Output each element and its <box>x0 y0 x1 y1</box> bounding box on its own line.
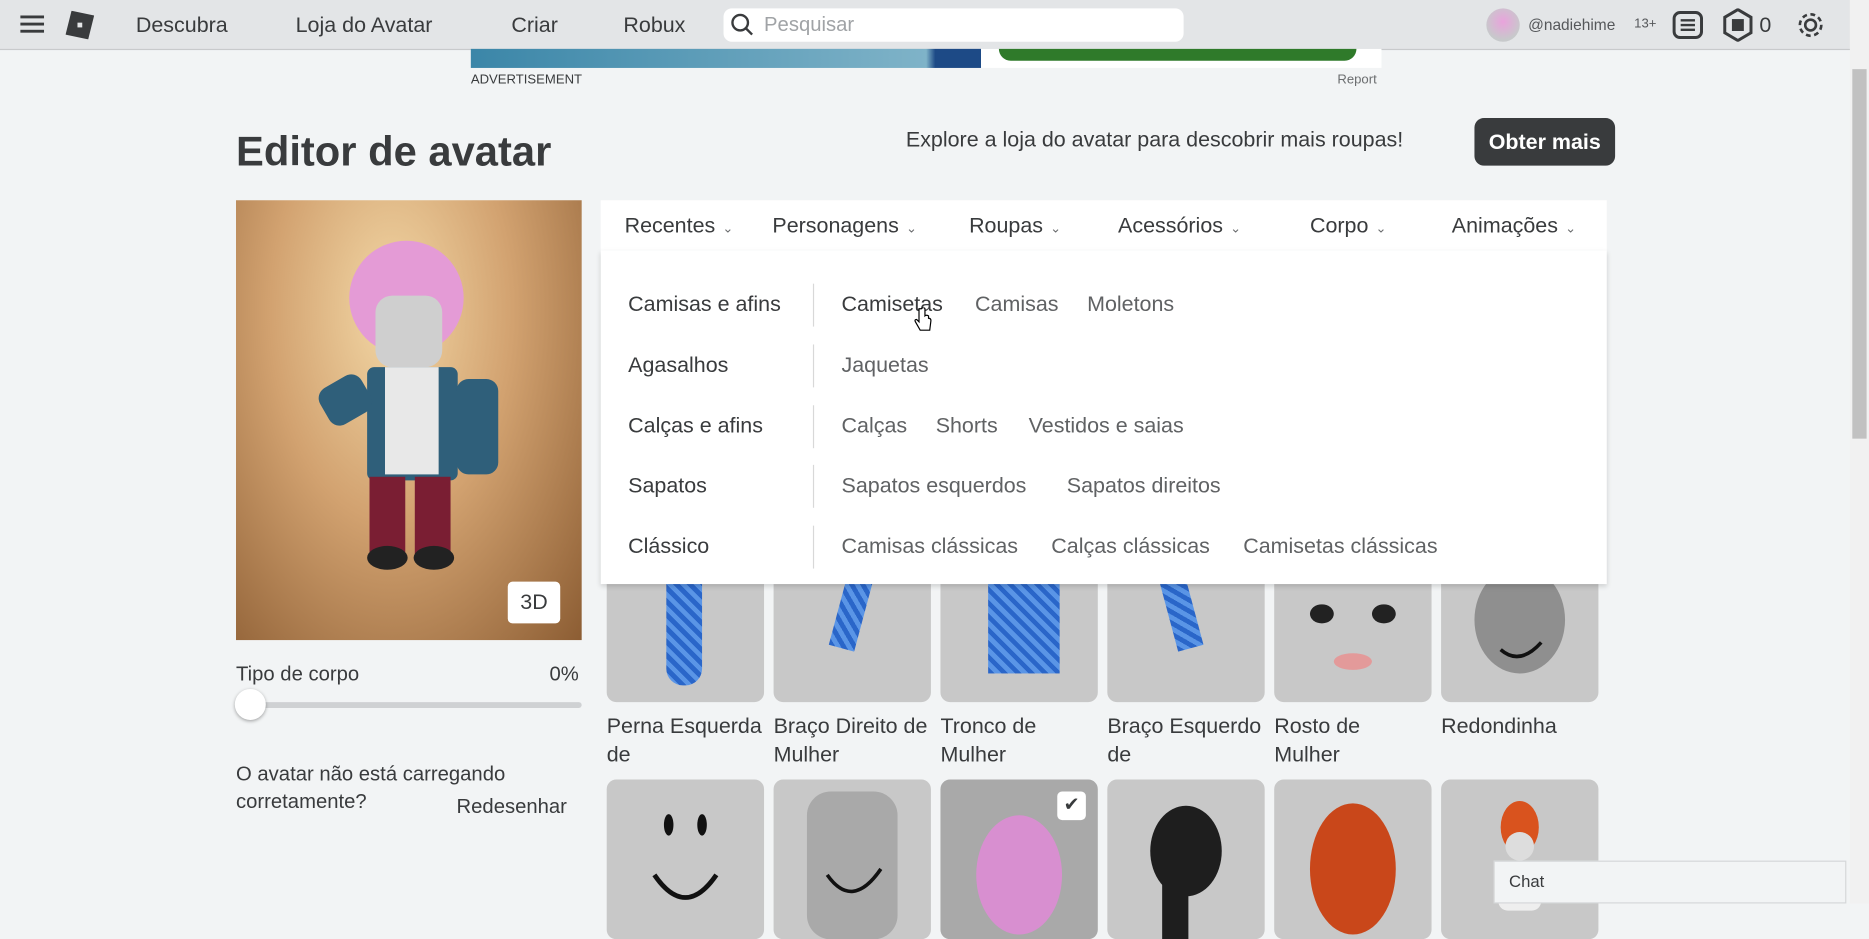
item-tile[interactable] <box>1274 779 1432 939</box>
advertisement-graphic <box>998 48 1357 61</box>
tab-recentes[interactable]: Recentes ⌄ <box>625 213 734 238</box>
messages-icon[interactable] <box>1672 11 1704 40</box>
clothing-dropdown-menu: Camisas e afins Camisetas Camisas Moleto… <box>600 250 1607 585</box>
tab-corpo[interactable]: Corpo ⌄ <box>1310 213 1387 238</box>
chevron-down-icon: ⌄ <box>1230 221 1242 237</box>
item-tile[interactable]: ✔ <box>940 779 1098 939</box>
toggle-3d-button[interactable]: 3D <box>507 581 561 624</box>
subcategory-pants[interactable]: Calças <box>842 414 908 439</box>
item-name[interactable]: Rosto de Mulher <box>1274 712 1431 769</box>
menu-icon[interactable] <box>20 14 45 33</box>
avatar-preview[interactable] <box>236 200 582 641</box>
body-type-label: Tipo de corpo <box>236 662 360 686</box>
chevron-down-icon: ⌄ <box>1565 221 1577 237</box>
subcategory-shirts[interactable]: Camisas <box>975 292 1058 317</box>
item-name[interactable]: Braço Esquerdo de <box>1107 712 1264 769</box>
hand-cursor-icon <box>914 307 932 331</box>
report-ad-link[interactable]: Report <box>1337 73 1376 87</box>
divider <box>812 464 815 508</box>
item-name[interactable]: Tronco de Mulher <box>940 712 1097 769</box>
divider <box>812 283 815 327</box>
username[interactable]: @nadiehime <box>1528 15 1615 33</box>
chevron-down-icon: ⌄ <box>1375 221 1387 237</box>
chevron-down-icon: ⌄ <box>722 221 734 237</box>
subcategory-right-shoes[interactable]: Sapatos direitos <box>1067 473 1221 498</box>
avatar[interactable] <box>1486 8 1520 42</box>
page-title: Editor de avatar <box>236 128 552 176</box>
item-name[interactable]: Redondinha <box>1441 712 1598 741</box>
category-shoes[interactable]: Sapatos <box>628 473 707 498</box>
get-more-button[interactable]: Obter mais <box>1474 118 1616 166</box>
divider <box>812 405 815 449</box>
item-tile[interactable] <box>773 779 931 939</box>
category-shirts[interactable]: Camisas e afins <box>628 292 781 317</box>
tab-label: Animações <box>1451 213 1558 238</box>
robux-icon[interactable] <box>1722 8 1753 42</box>
divider <box>812 525 815 569</box>
equipped-check-icon: ✔ <box>1057 791 1086 821</box>
search-input[interactable]: Pesquisar <box>723 8 1184 42</box>
nav-robux[interactable]: Robux <box>623 13 685 38</box>
divider <box>812 344 815 388</box>
tab-label: Personagens <box>772 213 899 238</box>
chevron-down-icon: ⌄ <box>1050 221 1062 237</box>
item-name[interactable]: Perna Esquerda de <box>607 712 764 769</box>
settings-gear-icon[interactable] <box>1795 10 1826 41</box>
body-type-value: 0% <box>549 662 579 686</box>
nav-avatar-shop[interactable]: Loja do Avatar <box>296 13 433 38</box>
roblox-logo-icon[interactable] <box>65 10 95 40</box>
nav-create[interactable]: Criar <box>511 13 557 38</box>
tab-label: Acessórios <box>1118 213 1223 238</box>
item-grid: Perna Esquerda de Braço Direito de Mulhe… <box>606 542 1608 939</box>
subcategory-classic-t-shirts[interactable]: Camisetas clássicas <box>1243 534 1437 559</box>
tab-label: Roupas <box>969 213 1044 238</box>
item-tile[interactable] <box>1441 779 1599 939</box>
chat-label: Chat <box>1509 871 1545 891</box>
subcategory-classic-shirts[interactable]: Camisas clássicas <box>842 534 1018 559</box>
robux-balance[interactable]: 0 <box>1759 13 1771 38</box>
tab-acessorios[interactable]: Acessórios ⌄ <box>1118 213 1241 238</box>
explore-text: Explore a loja do avatar para descobrir … <box>905 127 1404 152</box>
nav-descubra[interactable]: Descubra <box>136 13 228 38</box>
chevron-down-icon: ⌄ <box>905 221 917 237</box>
subcategory-jackets[interactable]: Jaquetas <box>842 353 929 378</box>
tab-personagens[interactable]: Personagens ⌄ <box>772 213 917 238</box>
category-outerwear[interactable]: Agasalhos <box>628 353 728 378</box>
subcategory-classic-pants[interactable]: Calças clássicas <box>1051 534 1210 559</box>
avatar-figure <box>318 240 499 570</box>
subcategory-hoodies[interactable]: Moletons <box>1087 292 1174 317</box>
advertisement-label: ADVERTISEMENT <box>470 72 583 88</box>
category-tabs: Recentes ⌄ Personagens ⌄ Roupas ⌄ Acessório… <box>600 200 1607 251</box>
item-name[interactable]: Braço Direito de Mulher <box>774 712 931 769</box>
subcategory-shorts[interactable]: Shorts <box>936 414 998 439</box>
scrollbar-thumb[interactable] <box>1852 69 1867 439</box>
body-type-slider-handle[interactable] <box>234 688 266 720</box>
tab-animacoes[interactable]: Animações ⌄ <box>1452 213 1576 238</box>
tab-label: Corpo <box>1309 213 1369 238</box>
age-badge: 13+ <box>1634 16 1657 31</box>
tab-roupas[interactable]: Roupas ⌄ <box>969 213 1061 238</box>
subcategory-left-shoes[interactable]: Sapatos esquerdos <box>842 473 1027 498</box>
subcategory-dresses-skirts[interactable]: Vestidos e saias <box>1029 414 1184 439</box>
redraw-button[interactable]: Redesenhar <box>457 795 567 819</box>
search-icon <box>731 13 753 36</box>
search-placeholder: Pesquisar <box>764 13 855 36</box>
top-navigation-bar: Descubra Loja do Avatar Criar Robux Pesq… <box>0 0 1850 51</box>
item-tile[interactable] <box>606 779 765 939</box>
category-pants[interactable]: Calças e afins <box>628 414 763 439</box>
chat-bar[interactable]: Chat <box>1493 860 1847 904</box>
tab-label: Recentes <box>624 213 716 238</box>
body-type-slider[interactable] <box>236 702 582 709</box>
item-tile[interactable] <box>1107 779 1265 939</box>
category-classic[interactable]: Clássico <box>628 534 709 559</box>
